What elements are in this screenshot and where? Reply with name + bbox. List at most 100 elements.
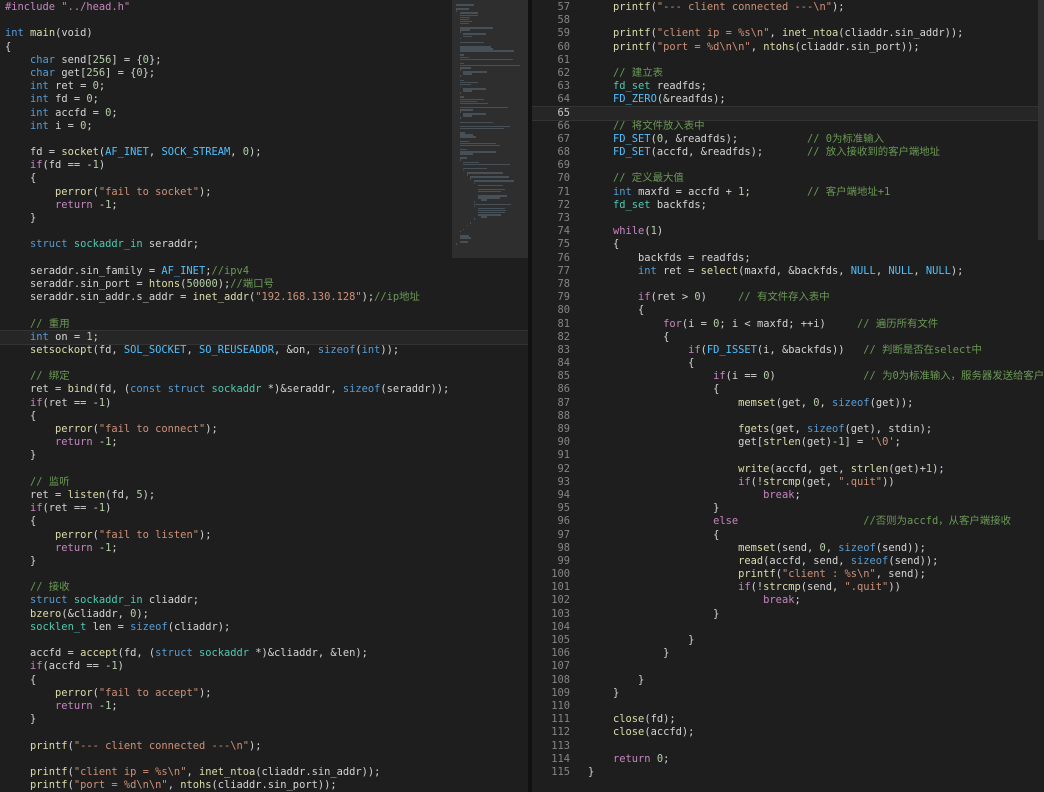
code-line[interactable]: char send[256] = {0}; bbox=[0, 54, 528, 67]
code-line[interactable]: 112 close(accfd); bbox=[532, 726, 1044, 739]
code-line[interactable]: 95 } bbox=[532, 502, 1044, 515]
code-line[interactable]: 106 } bbox=[532, 647, 1044, 660]
code-line[interactable]: 69 bbox=[532, 159, 1044, 172]
vertical-scrollbar[interactable] bbox=[1038, 0, 1044, 240]
code-line[interactable]: // 监听 bbox=[0, 476, 528, 489]
left-code-area[interactable]: #include "../head.h" int main(void){ char… bbox=[0, 1, 528, 792]
code-line[interactable]: 100 printf("client : %s\n", send); bbox=[532, 568, 1044, 581]
code-line[interactable]: return -1; bbox=[0, 542, 528, 555]
code-line[interactable]: struct sockaddr_in seraddr; bbox=[0, 238, 528, 251]
code-line[interactable]: // 绑定 bbox=[0, 370, 528, 383]
code-line[interactable]: { bbox=[0, 41, 528, 54]
code-line[interactable]: 104 bbox=[532, 621, 1044, 634]
code-line[interactable]: 110 bbox=[532, 700, 1044, 713]
code-line[interactable]: int fd = 0; bbox=[0, 93, 528, 106]
code-line[interactable]: seraddr.sin_family = AF_INET;//ipv4 bbox=[0, 265, 528, 278]
code-line[interactable]: if(fd == -1) bbox=[0, 159, 528, 172]
code-line[interactable]: 86 { bbox=[532, 383, 1044, 396]
code-line[interactable]: 73 bbox=[532, 212, 1044, 225]
code-line[interactable]: perror("fail to listen"); bbox=[0, 529, 528, 542]
code-line[interactable]: 76 backfds = readfds; bbox=[532, 252, 1044, 265]
code-line[interactable]: 92 write(accfd, get, strlen(get)+1); bbox=[532, 463, 1044, 476]
code-line[interactable]: int main(void) bbox=[0, 27, 528, 40]
right-code-area[interactable]: 57 printf("--- client connected ---\n");… bbox=[532, 1, 1044, 779]
code-line[interactable]: 59 printf("client ip = %s\n", inet_ntoa(… bbox=[532, 27, 1044, 40]
code-line[interactable]: perror("fail to accept"); bbox=[0, 687, 528, 700]
code-line[interactable]: 60 printf("port = %d\n\n", ntohs(cliaddr… bbox=[532, 41, 1044, 54]
code-line[interactable] bbox=[0, 753, 528, 766]
code-line[interactable]: 79 if(ret > 0) // 有文件存入表中 bbox=[532, 291, 1044, 304]
code-line[interactable]: 113 bbox=[532, 740, 1044, 753]
code-line[interactable]: 85 if(i == 0) // 为0为标准输入，服务器发送给客户端 bbox=[532, 370, 1044, 383]
code-line[interactable]: printf("--- client connected ---\n"); bbox=[0, 740, 528, 753]
code-line[interactable]: } bbox=[0, 212, 528, 225]
code-line[interactable]: 97 { bbox=[532, 529, 1044, 542]
code-line[interactable]: if(ret == -1) bbox=[0, 397, 528, 410]
code-line[interactable]: { bbox=[0, 515, 528, 528]
code-line[interactable]: } bbox=[0, 555, 528, 568]
code-line[interactable]: { bbox=[0, 172, 528, 185]
code-line[interactable]: return -1; bbox=[0, 436, 528, 449]
code-line[interactable]: // 接收 bbox=[0, 581, 528, 594]
code-line[interactable]: perror("fail to socket"); bbox=[0, 186, 528, 199]
code-line[interactable]: seraddr.sin_port = htons(50000);//端口号 bbox=[0, 278, 528, 291]
code-line[interactable]: 78 bbox=[532, 278, 1044, 291]
code-line[interactable]: printf("port = %d\n\n", ntohs(cliaddr.si… bbox=[0, 779, 528, 792]
code-line[interactable] bbox=[0, 252, 528, 265]
code-line[interactable]: 77 int ret = select(maxfd, &backfds, NUL… bbox=[532, 265, 1044, 278]
code-line[interactable] bbox=[0, 14, 528, 27]
code-line[interactable] bbox=[0, 463, 528, 476]
code-line[interactable]: setsockopt(fd, SOL_SOCKET, SO_REUSEADDR,… bbox=[0, 344, 528, 357]
code-line[interactable]: 98 memset(send, 0, sizeof(send)); bbox=[532, 542, 1044, 555]
code-line[interactable]: seraddr.sin_addr.s_addr = inet_addr("192… bbox=[0, 291, 528, 304]
code-line[interactable]: 74 while(1) bbox=[532, 225, 1044, 238]
code-line[interactable]: if(accfd == -1) bbox=[0, 660, 528, 673]
code-line[interactable] bbox=[0, 357, 528, 370]
code-line[interactable]: int on = 1; bbox=[0, 329, 528, 345]
code-line[interactable]: 96 else //否则为accfd，从客户端接收 bbox=[532, 515, 1044, 528]
code-line[interactable]: 67 FD_SET(0, &readfds); // 0为标准输入 bbox=[532, 133, 1044, 146]
code-line[interactable]: #include "../head.h" bbox=[0, 1, 528, 14]
code-line[interactable]: 57 printf("--- client connected ---\n"); bbox=[532, 1, 1044, 14]
code-line[interactable]: 63 fd_set readfds; bbox=[532, 80, 1044, 93]
code-line[interactable]: 75 { bbox=[532, 238, 1044, 251]
code-line[interactable]: printf("client ip = %s\n", inet_ntoa(cli… bbox=[0, 766, 528, 779]
code-line[interactable]: int i = 0; bbox=[0, 120, 528, 133]
code-line[interactable]: 80 { bbox=[532, 304, 1044, 317]
code-line[interactable]: 105 } bbox=[532, 634, 1044, 647]
code-line[interactable]: 88 bbox=[532, 410, 1044, 423]
code-line[interactable]: fd = socket(AF_INET, SOCK_STREAM, 0); bbox=[0, 146, 528, 159]
code-line[interactable]: ret = listen(fd, 5); bbox=[0, 489, 528, 502]
code-line[interactable]: 64 FD_ZERO(&readfds); bbox=[532, 93, 1044, 106]
code-line[interactable]: 91 bbox=[532, 449, 1044, 462]
code-line[interactable]: return -1; bbox=[0, 700, 528, 713]
code-line[interactable] bbox=[0, 726, 528, 739]
code-line[interactable]: 109 } bbox=[532, 687, 1044, 700]
code-line[interactable]: 114 return 0; bbox=[532, 753, 1044, 766]
left-editor-pane[interactable]: #include "../head.h" int main(void){ char… bbox=[0, 0, 528, 792]
code-line[interactable]: 99 read(accfd, send, sizeof(send)); bbox=[532, 555, 1044, 568]
code-line[interactable]: int accfd = 0; bbox=[0, 107, 528, 120]
code-line[interactable]: ret = bind(fd, (const struct sockaddr *)… bbox=[0, 383, 528, 396]
code-line[interactable]: 90 get[strlen(get)-1] = '\0'; bbox=[532, 436, 1044, 449]
code-line[interactable]: 71 int maxfd = accfd + 1; // 客户端地址+1 bbox=[532, 186, 1044, 199]
code-line[interactable]: { bbox=[0, 410, 528, 423]
code-line[interactable]: 115} bbox=[532, 766, 1044, 779]
code-line[interactable]: bzero(&cliaddr, 0); bbox=[0, 608, 528, 621]
code-line[interactable]: 58 bbox=[532, 14, 1044, 27]
code-line[interactable]: } bbox=[0, 449, 528, 462]
code-line[interactable]: 81 for(i = 0; i < maxfd; ++i) // 遍历所有文件 bbox=[532, 318, 1044, 331]
code-line[interactable]: 83 if(FD_ISSET(i, &backfds)) // 判断是否在sel… bbox=[532, 344, 1044, 357]
code-line[interactable]: socklen_t len = sizeof(cliaddr); bbox=[0, 621, 528, 634]
code-line[interactable]: accfd = accept(fd, (struct sockaddr *)&c… bbox=[0, 647, 528, 660]
code-line[interactable]: if(ret == -1) bbox=[0, 502, 528, 515]
code-line[interactable] bbox=[0, 634, 528, 647]
code-line[interactable]: 70 // 定义最大值 bbox=[532, 172, 1044, 185]
right-editor-pane[interactable]: 57 printf("--- client connected ---\n");… bbox=[532, 0, 1044, 792]
code-line[interactable]: return -1; bbox=[0, 199, 528, 212]
code-line[interactable]: int ret = 0; bbox=[0, 80, 528, 93]
code-line[interactable] bbox=[0, 225, 528, 238]
code-line[interactable]: 103 } bbox=[532, 608, 1044, 621]
code-line[interactable]: char get[256] = {0}; bbox=[0, 67, 528, 80]
code-line[interactable]: { bbox=[0, 674, 528, 687]
